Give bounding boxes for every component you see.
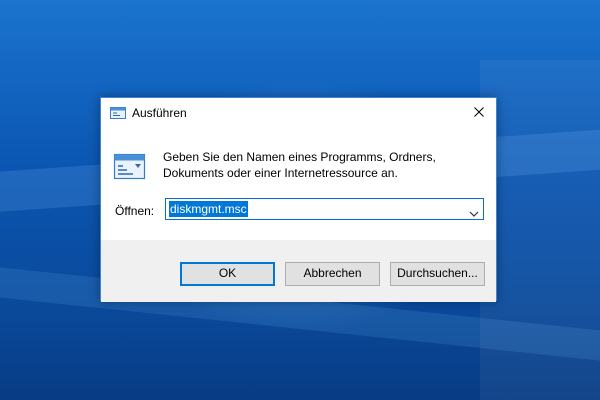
chevron-down-icon[interactable] [469, 205, 479, 217]
description-line: Geben Sie den Namen eines Programms, Ord… [163, 150, 436, 164]
window-title: Ausführen [132, 106, 187, 120]
title-bar[interactable]: Ausführen [101, 98, 496, 129]
open-input-value[interactable]: diskmgmt.msc [169, 201, 248, 217]
browse-button[interactable]: Durchsuchen... [390, 262, 485, 286]
wallpaper-light-beam [480, 60, 600, 400]
dialog-description: Geben Sie den Namen eines Programms, Ord… [163, 149, 483, 181]
ok-button[interactable]: OK [180, 262, 275, 286]
run-dialog: Ausführen Geben Sie den Namen eines Prog… [100, 97, 497, 302]
open-label: Öffnen: [115, 204, 155, 218]
open-combobox[interactable]: diskmgmt.msc [165, 198, 484, 220]
run-icon [110, 106, 126, 120]
close-icon [474, 107, 484, 117]
run-icon [113, 152, 147, 182]
description-line: Dokuments oder einer Internetressource a… [163, 166, 398, 180]
cancel-button[interactable]: Abbrechen [285, 262, 380, 286]
button-bar: OK Abbrechen Durchsuchen... [101, 240, 496, 302]
close-button[interactable] [462, 98, 496, 128]
